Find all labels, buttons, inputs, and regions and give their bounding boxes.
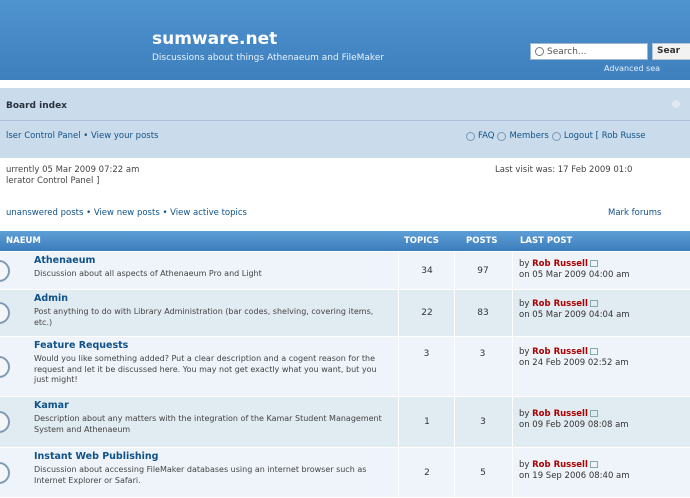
view-latest-post-icon[interactable] [589,260,598,267]
forum-row: Kamar Description about any matters with… [0,396,690,447]
board-index-link[interactable]: Board index [6,101,67,111]
last-post-author-line: by Rob Russell [519,259,598,269]
view-latest-post-icon[interactable] [589,410,598,417]
search-icon [535,47,544,56]
last-post-author-line: by Rob Russell [519,460,598,470]
moderator-panel-link[interactable]: lerator Control Panel ] [6,176,99,186]
posts-count: 83 [454,290,511,336]
last-post-author-line: by Rob Russell [519,409,598,419]
forum-title[interactable]: Feature Requests [34,340,128,351]
forum-description: Would you like something added? Put a cl… [34,354,377,384]
by-label: by [519,259,530,269]
posts-count: 3 [454,337,510,396]
forum-row: Feature Requests Would you like somethin… [0,336,690,396]
last-post-date: on 05 Mar 2009 04:00 am [519,270,630,280]
topics-count: 22 [398,290,455,336]
forum-read-icon [0,462,10,484]
search-button[interactable]: Sear [652,43,690,60]
forum-cell: Athenaeum Discussion about all aspects o… [0,252,398,289]
topics-count: 2 [398,448,455,497]
navbar [0,88,690,158]
forum-description: Discussion about accessing FileMaker dat… [34,465,367,485]
navbar-divider [0,120,690,121]
forum-title[interactable]: Athenaeum [34,255,95,266]
by-label: by [519,409,530,419]
last-post-author[interactable]: Rob Russell [532,409,588,419]
last-post-author-line: by Rob Russell [519,347,598,357]
last-visit: Last visit was: 17 Feb 2009 01:0 [495,165,633,175]
last-post-date: on 05 Mar 2009 04:04 am [519,310,630,320]
posts-count: 3 [454,397,511,447]
site-title[interactable]: sumware.net [152,29,277,49]
forum-read-icon [0,356,10,378]
posts-count: 5 [454,448,511,497]
by-label: by [519,460,530,470]
user-control-panel-links[interactable]: lser Control Panel • View your posts [6,131,158,141]
members-link[interactable]: Members [509,131,548,141]
forum-cell: Kamar Description about any matters with… [0,397,398,447]
by-label: by [519,299,530,309]
user-links: FAQ Members Logout [ Rob Russe [466,131,646,141]
topics-count: 3 [398,337,454,396]
advanced-search-link[interactable]: Advanced sea [604,64,660,73]
logout-icon [551,131,561,141]
last-post-cell: by Rob Russell on 19 Sep 2006 08:40 am [512,448,690,497]
forum-title[interactable]: Kamar [34,400,69,411]
search-placeholder: Search... [547,46,587,57]
posts-count: 97 [454,252,511,289]
view-latest-post-icon[interactable] [589,461,598,468]
forum-description: Discussion about all aspects of Athenaeu… [34,269,262,278]
forum-read-icon [0,302,10,324]
faq-link[interactable]: FAQ [478,131,494,141]
forum-title[interactable]: Instant Web Publishing [34,451,158,462]
forum-header[interactable]: NAEUM [6,236,41,246]
by-label: by [519,347,530,357]
last-post-author[interactable]: Rob Russell [532,347,588,357]
topics-count: 1 [398,397,455,447]
forum-description: Description about any matters with the i… [34,414,382,434]
site-header [0,0,690,80]
faq-icon [466,131,475,141]
forum-row: Athenaeum Discussion about all aspects o… [0,251,690,289]
forum-read-icon [0,260,10,282]
last-post-cell: by Rob Russell on 09 Feb 2009 08:08 am [512,397,690,447]
last-post-cell: by Rob Russell on 05 Mar 2009 04:04 am [512,290,690,336]
forum-read-icon [0,411,10,433]
mark-forums-read-link[interactable]: Mark forums [608,208,661,218]
last-post-header: LAST POST [520,236,573,246]
search-input[interactable]: Search... [530,43,648,60]
forum-cell: Instant Web Publishing Discussion about … [0,448,398,497]
site-description: Discussions about things Athenaeum and F… [152,53,385,63]
posts-header: POSTS [466,236,498,246]
forum-table: NAEUM TOPICS POSTS LAST POST Athenaeum D… [0,231,690,497]
forum-description: Post anything to do with Library Adminis… [34,307,374,327]
search-links[interactable]: unanswered posts • View new posts • View… [6,208,247,218]
last-post-author[interactable]: Rob Russell [532,299,588,309]
topics-count: 34 [398,252,455,289]
view-latest-post-icon[interactable] [589,300,598,307]
forum-row: Instant Web Publishing Discussion about … [0,447,690,497]
forum-row: Admin Post anything to do with Library A… [0,289,690,336]
last-post-author[interactable]: Rob Russell [532,460,588,470]
last-post-author-line: by Rob Russell [519,299,598,309]
table-header: NAEUM TOPICS POSTS LAST POST [0,231,690,251]
forum-cell: Feature Requests Would you like somethin… [0,337,398,396]
topics-header: TOPICS [404,236,439,246]
last-post-author[interactable]: Rob Russell [532,259,588,269]
members-icon [497,131,507,141]
current-time: urrently 05 Mar 2009 07:22 am [6,165,140,175]
last-post-date: on 09 Feb 2009 08:08 am [519,420,629,430]
logout-link[interactable]: Logout [ Rob Russe [564,131,646,141]
last-post-date: on 19 Sep 2006 08:40 am [519,471,630,481]
last-post-cell: by Rob Russell on 24 Feb 2009 02:52 am [512,337,690,396]
forum-cell: Admin Post anything to do with Library A… [0,290,398,336]
last-post-date: on 24 Feb 2009 02:52 am [519,358,629,368]
last-post-cell: by Rob Russell on 05 Mar 2009 04:00 am [512,252,690,289]
font-size-icon[interactable] [672,100,680,108]
view-latest-post-icon[interactable] [589,348,598,355]
forum-title[interactable]: Admin [34,293,68,304]
